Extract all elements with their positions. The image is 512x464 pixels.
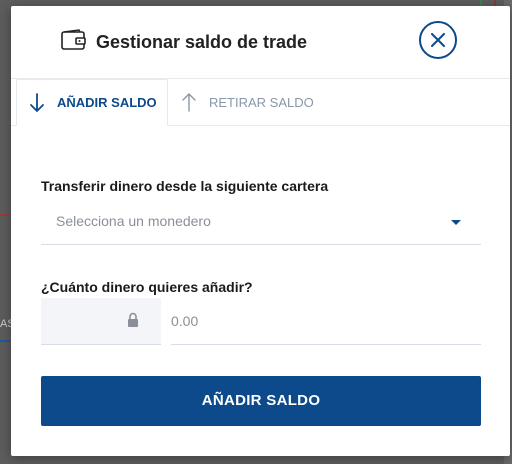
tab-withdraw-balance-label: RETIRAR SALDO <box>209 94 314 110</box>
tab-add-balance-label: AÑADIR SALDO <box>57 95 157 110</box>
modal-title: Gestionar saldo de trade <box>96 32 308 52</box>
wallet-icon <box>61 29 87 51</box>
tab-add-balance[interactable]: AÑADIR SALDO <box>16 79 168 126</box>
tab-withdraw-balance[interactable]: RETIRAR SALDO <box>169 79 319 125</box>
amount-label: ¿Cuánto dinero quieres añadir? <box>41 279 253 295</box>
background-chart-line <box>0 214 10 216</box>
lock-icon <box>127 312 139 328</box>
background-tab-underline <box>0 340 10 342</box>
arrow-up-icon <box>181 92 197 112</box>
manage-trade-balance-modal: Gestionar saldo de trade AÑADIR SALDO RE… <box>11 6 510 456</box>
wallet-select-placeholder: Selecciona un monedero <box>56 213 211 229</box>
modal-header: Gestionar saldo de trade <box>11 6 510 79</box>
wallet-select[interactable]: Selecciona un monedero <box>41 204 481 245</box>
currency-selector <box>41 298 161 345</box>
dropdown-arrow-icon <box>451 220 461 225</box>
wallet-select-label: Transferir dinero desde la siguiente car… <box>41 178 329 194</box>
arrow-down-icon <box>29 92 45 113</box>
close-icon <box>431 33 445 47</box>
balance-tabs: AÑADIR SALDO RETIRAR SALDO <box>11 79 510 126</box>
add-balance-button[interactable]: AÑADIR SALDO <box>41 376 481 426</box>
amount-input[interactable] <box>171 298 481 345</box>
close-button[interactable] <box>419 21 457 59</box>
